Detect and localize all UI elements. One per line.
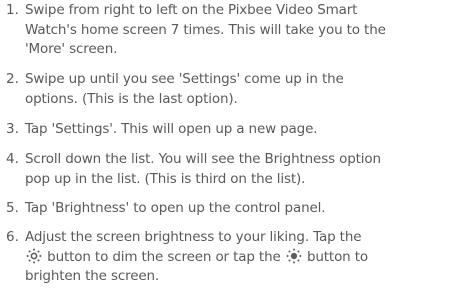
step-number: 2. (6, 71, 19, 87)
step-text-line: Swipe from right to left on the Pixbee V… (25, 2, 358, 18)
step-number: 3. (6, 121, 19, 137)
step-text-line: 'More' screen. (25, 41, 118, 57)
step-6-line2-after: button to (306, 248, 368, 265)
step-text-line: Tap 'Settings'. This will open up a new … (25, 121, 318, 137)
step-number: 4. (6, 151, 19, 167)
step-text-line: Watch's home screen 7 times. This will t… (25, 21, 386, 38)
step-text-line: Tap 'Brightness' to open up the control … (25, 200, 326, 216)
step-number: 5. (6, 200, 19, 216)
step-6-line2-before: button to dim the screen or tap the (47, 248, 281, 265)
step-text-line: Swipe up until you see 'Settings' come u… (25, 71, 344, 87)
step-1: 1. Swipe from right to left on the Pixbe… (0, 1, 453, 61)
step-6: 6. Adjust the screen brightness to your … (0, 228, 453, 290)
step-text-line: pop up in the list. (This is third on th… (25, 170, 306, 187)
step-number: 1. (6, 2, 19, 18)
step-4: 4. Scroll down the list. You will see th… (0, 150, 453, 190)
step-2: 2. Swipe up until you see 'Settings' com… (0, 70, 453, 110)
step-5: 5. Tap 'Brightness' to open up the contr… (0, 199, 453, 219)
step-number: 6. (6, 229, 19, 245)
step-text-line: brighten the screen. (25, 268, 160, 284)
step-text-line: options. (This is the last option). (25, 90, 238, 107)
step-text-line: Adjust the screen brightness to your lik… (25, 229, 362, 245)
step-text-line: Scroll down the list. You will see the B… (25, 151, 381, 167)
step-3: 3. Tap 'Settings'. This will open up a n… (0, 120, 453, 140)
